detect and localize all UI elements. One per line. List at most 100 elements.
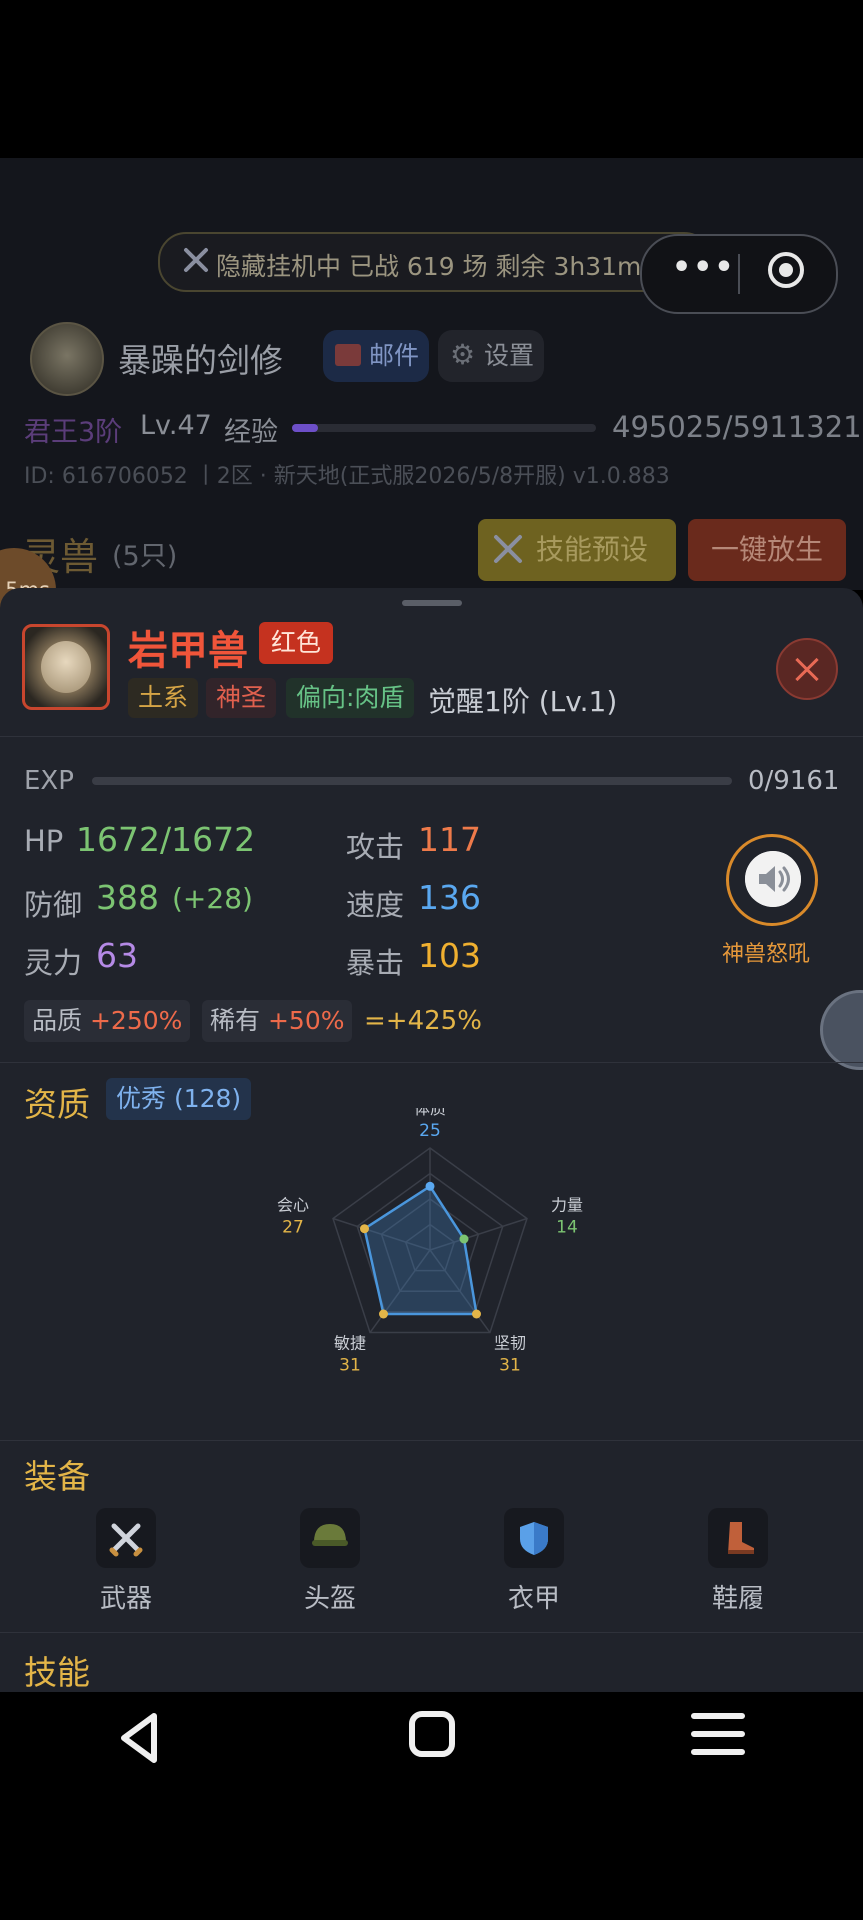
rarity-badge: 红色	[259, 622, 334, 664]
crit-value: 103	[418, 936, 481, 975]
release-all-button[interactable]: 一键放生	[688, 519, 846, 581]
aptitude-grade-badge: 优秀 (128)	[106, 1078, 252, 1120]
equipment-title: 装备	[24, 1457, 90, 1496]
atk-value: 117	[418, 820, 481, 859]
player-exp-label: 经验	[224, 417, 278, 448]
speed-label: 速度	[346, 888, 405, 922]
radar-axis-label: 力量	[551, 1196, 583, 1215]
spirit-power-label: 灵力	[24, 946, 83, 980]
bonus-total: =+425%	[364, 1006, 482, 1036]
spirit-count: (5只)	[112, 541, 178, 572]
settings-button[interactable]: ⚙ 设置	[438, 330, 544, 382]
crit-label: 暴击	[346, 946, 405, 980]
player-rank: 君王3阶	[24, 417, 123, 448]
radar-axis-value: 31	[499, 1356, 521, 1376]
hp-label: HP	[24, 824, 64, 858]
armor-slot-label: 衣甲	[507, 1584, 560, 1614]
back-icon[interactable]	[114, 1708, 166, 1768]
mailbox-icon	[335, 344, 361, 366]
radar-axis-label: 会心	[277, 1196, 309, 1215]
helmet-slot-label: 头盔	[303, 1584, 356, 1614]
shield-icon	[520, 1522, 548, 1555]
mail-label: 邮件	[369, 341, 420, 370]
skill-preset-button[interactable]: 技能预设	[478, 519, 676, 581]
radar-axis-value: 31	[339, 1356, 361, 1376]
crossed-swords-icon	[494, 535, 522, 563]
player-avatar[interactable]	[30, 322, 104, 396]
rare-label: 稀有	[210, 1006, 261, 1035]
quality-value: +250%	[89, 1006, 183, 1035]
radar-axis-label: 坚韧	[494, 1334, 526, 1353]
mini-program-capsule: •••	[640, 234, 838, 314]
radar-axis-value: 14	[556, 1218, 578, 1238]
more-options-icon[interactable]: •••	[672, 250, 736, 285]
radar-axis-label: 敏捷	[334, 1334, 366, 1353]
speaker-icon	[745, 851, 801, 907]
home-icon[interactable]	[406, 1708, 458, 1764]
quality-bonus-chip: 品质 +250%	[24, 1000, 191, 1042]
type-tag: 神圣	[206, 678, 277, 718]
player-exp-value: 495025/5911321	[612, 410, 862, 444]
pet-portrait-image	[41, 641, 91, 693]
role-tag: 偏向:肉盾	[286, 678, 415, 718]
pet-detail-sheet: 岩甲兽 红色 土系 神圣 偏向:肉盾 觉醒1阶 (Lv.1) EXP 0/916…	[0, 588, 863, 1692]
rare-value: +50%	[267, 1006, 345, 1035]
radar-point-4	[379, 1309, 388, 1319]
boot-icon	[728, 1522, 754, 1554]
helmet-slot[interactable]	[300, 1508, 360, 1568]
divider	[0, 1062, 863, 1063]
idle-status-text: 隐藏挂机中 已战 619 场 剩余 3h31m	[216, 252, 642, 281]
sheet-drag-handle[interactable]	[402, 600, 462, 606]
close-button[interactable]	[776, 638, 838, 700]
radar-axis-value: 27	[282, 1218, 304, 1238]
spirit-power-value: 63	[96, 936, 138, 975]
weapon-slot-label: 武器	[99, 1584, 152, 1614]
radar-data-area	[363, 1184, 478, 1316]
def-bonus: (+28)	[172, 882, 253, 915]
pet-portrait	[22, 624, 110, 710]
boots-slot[interactable]	[708, 1508, 768, 1568]
crossed-swords-icon	[184, 248, 208, 272]
pet-exp-label: EXP	[24, 766, 74, 796]
settings-label: 设置	[484, 341, 535, 370]
radar-point-3	[472, 1309, 481, 1319]
divider	[0, 736, 863, 737]
aptitude-title: 资质	[24, 1085, 90, 1124]
pet-name: 岩甲兽	[128, 628, 248, 674]
close-target-icon[interactable]	[768, 252, 804, 288]
weapon-slot[interactable]	[96, 1508, 156, 1568]
atk-label: 攻击	[346, 830, 405, 864]
armor-slot[interactable]	[504, 1508, 564, 1568]
aptitude-radar-chart: 体质 25 力量 14 坚韧 31 敏捷 31 会心 27	[277, 1108, 583, 1376]
skills-title: 技能	[24, 1653, 90, 1692]
idle-status-pill[interactable]: 隐藏挂机中 已战 619 场 剩余 3h31m	[158, 232, 712, 292]
divider	[0, 1440, 863, 1441]
def-value: 388	[96, 878, 159, 917]
radar-axis-value: 25	[419, 1121, 441, 1141]
top-black-bar	[0, 0, 863, 158]
rare-bonus-chip: 稀有 +50%	[202, 1000, 353, 1042]
player-exp-bar	[292, 424, 596, 432]
system-navigation-bar	[0, 1692, 863, 1920]
menu-icon[interactable]	[690, 1710, 746, 1760]
speed-value: 136	[418, 878, 481, 917]
radar-axis-label: 体质	[414, 1108, 446, 1118]
beast-roar-label: 神兽怒吼	[722, 942, 811, 967]
element-tag: 土系	[128, 678, 199, 718]
gear-icon: ⚙	[450, 338, 476, 371]
beast-roar-button[interactable]	[726, 834, 818, 926]
divider	[0, 1632, 863, 1633]
mail-button[interactable]: 邮件	[323, 330, 429, 382]
quality-label: 品质	[32, 1006, 83, 1035]
awaken-level: 觉醒1阶 (Lv.1)	[428, 685, 618, 718]
capsule-divider	[738, 254, 740, 294]
boots-slot-label: 鞋履	[711, 1584, 764, 1614]
player-name: 暴躁的剑修	[118, 341, 283, 380]
crossed-swords-icon	[109, 1523, 143, 1557]
pet-exp-value: 0/9161	[748, 766, 840, 796]
pet-exp-bar	[92, 777, 732, 785]
radar-point-5	[360, 1224, 369, 1234]
player-id-line: ID: 616706052 丨2区 · 新天地(正式服2026/5/8开服) v…	[24, 464, 670, 489]
radar-point-2	[459, 1234, 469, 1244]
floating-side-button[interactable]	[820, 990, 863, 1070]
